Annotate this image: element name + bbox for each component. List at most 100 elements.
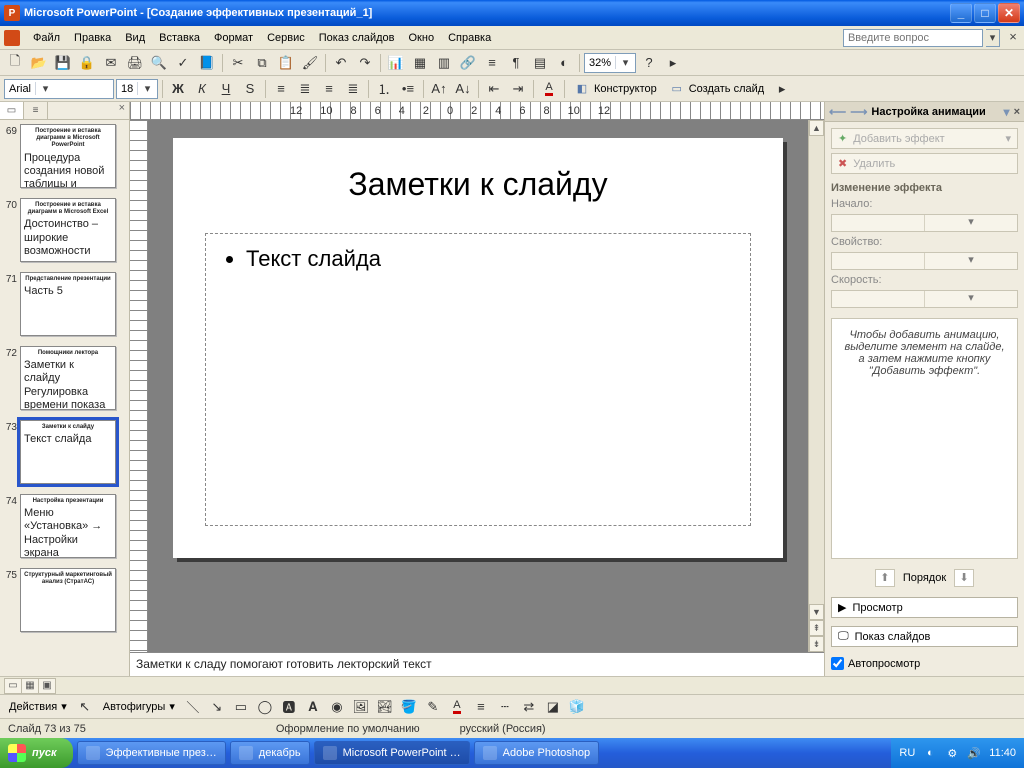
dash-style-icon[interactable]: ┄ [494,696,516,718]
save-icon[interactable]: 💾 [52,52,74,74]
decrease-font-icon[interactable]: A↓ [452,78,474,100]
slide[interactable]: Заметки к слайду Текст слайда [173,138,783,558]
chevron-down-icon[interactable]: ▾ [35,82,55,95]
property-select[interactable]: ▾ [831,252,1018,270]
app-menu-icon[interactable] [4,30,20,46]
tray-language-indicator[interactable]: RU [899,747,915,759]
font-combo[interactable]: Arial▾ [4,79,114,99]
window-minimize-button[interactable]: _ [950,3,972,23]
arrow-icon[interactable]: ↘ [206,696,228,718]
help-search-dropdown[interactable]: ▾ [986,29,1000,47]
taskpane-close-button[interactable]: × [1014,106,1020,118]
add-effect-button[interactable]: ✦Добавить эффект▾ [831,128,1018,149]
menu-slideshow[interactable]: Показ слайдов [312,29,402,47]
slide-bullet-text[interactable]: Текст слайда [246,246,732,272]
chevron-down-icon[interactable]: ▾ [924,253,1017,269]
thumbnails-tab-outline[interactable]: ≡ [24,102,48,119]
tray-clock[interactable]: 11:40 [989,747,1016,759]
scroll-up-icon[interactable]: ▲ [809,120,824,136]
help-search-input[interactable] [843,29,983,47]
show-grid-icon[interactable]: ▤ [529,52,551,74]
chevron-down-icon[interactable]: ▾ [615,56,635,69]
slide-body-placeholder[interactable]: Текст слайда [205,233,751,526]
slideshow-view-button[interactable]: ▣ [38,678,56,694]
scroll-down-icon[interactable]: ▼ [809,604,824,620]
insert-table-icon[interactable]: ▦ [409,52,431,74]
taskpane-forward-icon[interactable]: ⟶ [850,105,867,119]
slide-thumbnail[interactable]: 75Структурный маркетинговый анализ (Стра… [2,568,127,632]
fill-color-icon[interactable]: 🪣 [398,696,420,718]
window-close-button[interactable]: ✕ [998,3,1020,23]
thumbnail-preview[interactable]: Настройка презентацииМеню «Установка» → … [20,494,116,558]
line-icon[interactable]: ＼ [182,696,204,718]
next-slide-icon[interactable]: ⇟ [809,636,824,652]
increase-font-icon[interactable]: A↑ [428,78,450,100]
menu-format[interactable]: Формат [207,29,260,47]
order-down-button[interactable]: ⬇ [954,569,974,587]
diagram-icon[interactable]: ◉ [326,696,348,718]
underline-button[interactable]: Ч [215,78,237,100]
delete-effect-button[interactable]: ✖Удалить [831,153,1018,174]
thumbnail-preview[interactable]: Построение и вставка диаграмм в Microsof… [20,198,116,262]
wordart-icon[interactable]: 𝐀 [302,696,324,718]
increase-indent-icon[interactable]: ⇥ [507,78,529,100]
document-close-button[interactable]: × [1006,31,1020,45]
tray-icon[interactable]: ⚙ [945,746,959,760]
3d-style-icon[interactable]: 🧊 [566,696,588,718]
new-icon[interactable]: 🗋 [4,52,26,74]
numbering-icon[interactable]: ⒈ [373,78,395,100]
paste-icon[interactable]: 📋 [275,52,297,74]
chevron-down-icon[interactable]: ▾ [924,291,1017,307]
font-color-draw-icon[interactable]: A [446,696,468,718]
bold-button[interactable]: Ж [167,78,189,100]
help-icon[interactable]: ? [638,52,660,74]
line-color-icon[interactable]: ✎ [422,696,444,718]
taskbar-item[interactable]: Эффективные през… [77,741,226,765]
shadow-button[interactable]: S [239,78,261,100]
tray-icon[interactable]: ◐ [923,746,937,760]
open-icon[interactable]: 📂 [28,52,50,74]
slide-design-button[interactable]: ◧Конструктор [569,78,662,100]
align-justify-icon[interactable]: ≣ [342,78,364,100]
taskpane-back-icon[interactable]: ⟵ [829,105,846,119]
vertical-scrollbar[interactable]: ▲ ▼ ⇞ ⇟ [808,120,824,652]
start-button[interactable]: пуск [0,738,73,768]
show-formatting-icon[interactable]: ¶ [505,52,527,74]
zoom-combo[interactable]: 32%▾ [584,53,636,73]
speed-select[interactable]: ▾ [831,290,1018,308]
menu-file[interactable]: Файл [26,29,67,47]
sorter-view-button[interactable]: ▦ [21,678,39,694]
thumbnail-preview[interactable]: Помощники лектораЗаметки к слайдуРегулир… [20,346,116,410]
menu-view[interactable]: Вид [118,29,152,47]
slide-title-text[interactable]: Заметки к слайду [173,166,783,203]
shadow-style-icon[interactable]: ◪ [542,696,564,718]
thumbnail-preview[interactable]: Представление презентацииЧасть 5 [20,272,116,336]
menu-edit[interactable]: Правка [67,29,118,47]
rectangle-icon[interactable]: ▭ [230,696,252,718]
select-objects-icon[interactable]: ↖ [74,696,96,718]
color-grayscale-icon[interactable]: ◐ [553,52,575,74]
draw-actions-menu[interactable]: Действия▾ [4,696,72,718]
spellcheck-icon[interactable]: ✓ [172,52,194,74]
expand-all-icon[interactable]: ≡ [481,52,503,74]
toolbar-options-icon[interactable]: ▸ [662,52,684,74]
copy-icon[interactable]: ⧉ [251,52,273,74]
format-painter-icon[interactable]: 🖌 [299,52,321,74]
tray-icon[interactable]: 🔊 [967,746,981,760]
new-slide-button[interactable]: ▭Создать слайд [664,78,769,100]
window-maximize-button[interactable]: □ [974,3,996,23]
font-color-icon[interactable]: A [538,78,560,100]
align-center-icon[interactable]: ≣ [294,78,316,100]
tables-borders-icon[interactable]: ▥ [433,52,455,74]
research-icon[interactable]: 📘 [196,52,218,74]
print-preview-icon[interactable]: 🔍 [148,52,170,74]
chevron-down-icon[interactable]: ▾ [137,82,157,95]
menu-help[interactable]: Справка [441,29,498,47]
font-size-combo[interactable]: 18▾ [116,79,158,99]
notes-pane[interactable]: Заметки к сладу помогают готовить лектор… [130,652,824,676]
menu-insert[interactable]: Вставка [152,29,207,47]
bullets-icon[interactable]: •≡ [397,78,419,100]
clipart-icon[interactable]: 🖼 [350,696,372,718]
insert-chart-icon[interactable]: 📊 [385,52,407,74]
align-left-icon[interactable]: ≡ [270,78,292,100]
